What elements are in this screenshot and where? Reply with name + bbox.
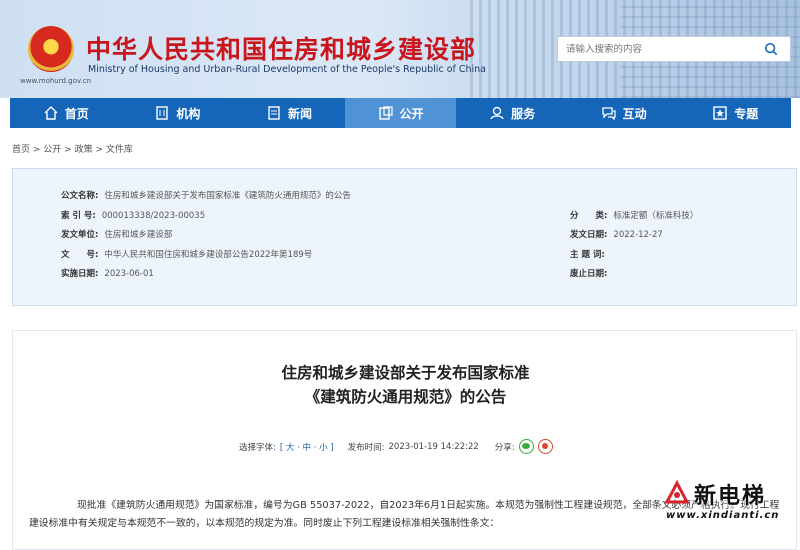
site-subtitle: Ministry of Housing and Urban-Rural Deve… xyxy=(88,64,487,75)
national-emblem-icon[interactable] xyxy=(28,26,74,72)
info-index-row: 索 引 号: 000013338/2023-00035 xyxy=(61,209,205,221)
info-label: 文 号: xyxy=(61,250,99,260)
info-label: 发文日期: xyxy=(570,230,608,240)
nav-item-organization[interactable]: 机构 xyxy=(122,98,234,128)
info-label: 实施日期: xyxy=(61,269,99,279)
watermark-text: 新电梯 xyxy=(694,484,767,509)
nav-item-home[interactable]: 首页 xyxy=(10,98,122,128)
wechat-share-icon[interactable] xyxy=(518,439,534,454)
font-size-switcher[interactable]: [ 大 · 中 · 小 ] xyxy=(280,441,334,453)
breadcrumb: 首页 > 公开 > 政策 > 文件库 xyxy=(12,145,133,155)
site-url: www.mohurd.gov.cn xyxy=(20,77,91,85)
article-meta: 选择字体: [ 大 · 中 · 小 ] 发布时间: 2023-01-19 14:… xyxy=(239,439,553,454)
breadcrumb-policy[interactable]: 政策 xyxy=(75,145,93,155)
info-keywords-row: 主 题 词: xyxy=(570,248,611,260)
info-effective-row: 实施日期: 2023-06-01 xyxy=(61,267,154,279)
nav-item-service[interactable]: 服务 xyxy=(456,98,568,128)
nav-label: 服务 xyxy=(511,106,536,121)
info-label: 发文单位: xyxy=(61,230,99,240)
breadcrumb-disclosure[interactable]: 公开 xyxy=(43,145,61,155)
site-title[interactable]: 中华人民共和国住房和城乡建设部 xyxy=(86,30,476,66)
nav-item-disclosure[interactable]: 公开 xyxy=(344,98,457,128)
nav-label: 公开 xyxy=(399,106,424,121)
info-doc-no-row: 文 号: 中华人民共和国住房和城乡建设部公告2022年第189号 xyxy=(61,248,312,260)
interaction-icon xyxy=(602,107,616,121)
search-icon[interactable] xyxy=(764,42,778,56)
info-effective: 2023-06-01 xyxy=(104,269,154,279)
news-icon xyxy=(268,106,280,120)
info-category: 标准定额（标准科技） xyxy=(613,211,699,221)
search-input[interactable] xyxy=(566,41,756,58)
nav-item-interaction[interactable]: 互动 xyxy=(568,98,680,128)
nav-label: 专题 xyxy=(734,106,759,121)
weibo-share-icon[interactable] xyxy=(537,439,553,454)
nav-label: 新闻 xyxy=(287,106,312,121)
search-box xyxy=(557,36,791,62)
info-label: 废止日期: xyxy=(570,269,608,279)
breadcrumb-library[interactable]: 文件库 xyxy=(106,145,133,155)
info-label: 分 类: xyxy=(570,211,608,221)
font-size-label: 选择字体: xyxy=(239,442,276,453)
article-title-line2: 《建筑防火通用规范》的公告 xyxy=(304,388,507,406)
info-issuer-row: 发文单位: 住房和城乡建设部 xyxy=(61,228,172,240)
nav-label: 首页 xyxy=(64,106,89,121)
nav-label: 互动 xyxy=(622,106,647,121)
info-issue-date-row: 发文日期: 2022-12-27 xyxy=(570,228,663,240)
document-info-panel: 公文名称: 住房和城乡建设部关于发布国家标准《建筑防火通用规范》的公告 索 引 号… xyxy=(12,168,797,306)
info-issuer: 住房和城乡建设部 xyxy=(104,230,173,240)
disclosure-icon xyxy=(378,106,393,120)
info-doc-no: 中华人民共和国住房和城乡建设部公告2022年第189号 xyxy=(104,250,313,260)
article-title-line1: 住房和城乡建设部关于发布国家标准 xyxy=(281,364,530,382)
info-label: 公文名称: xyxy=(61,191,99,201)
nav-item-news[interactable]: 新闻 xyxy=(233,98,345,128)
info-doc-name: 住房和城乡建设部关于发布国家标准《建筑防火通用规范》的公告 xyxy=(104,191,351,201)
info-abolish-row: 废止日期: xyxy=(570,267,613,279)
info-label: 索 引 号: xyxy=(61,211,96,221)
breadcrumb-home[interactable]: 首页 xyxy=(12,145,30,155)
nav-item-topic[interactable]: 专题 xyxy=(679,98,791,128)
watermark: 新电梯 www.xindianti.cn xyxy=(660,478,800,528)
watermark-logo-icon xyxy=(664,480,690,504)
publish-time: 2023-01-19 14:22:22 xyxy=(388,441,479,452)
publish-label: 发布时间: xyxy=(347,442,385,453)
share-label: 分享: xyxy=(494,442,515,453)
info-category-row: 分 类: 标准定额（标准科技） xyxy=(570,209,698,221)
nav-label: 机构 xyxy=(176,106,201,121)
topic-icon xyxy=(713,106,727,120)
site-header: www.mohurd.gov.cn 中华人民共和国住房和城乡建设部 Minist… xyxy=(0,0,800,98)
main-nav: 首页 机构 新闻 公开 服务 互动 专题 xyxy=(10,98,791,128)
info-label: 主 题 词: xyxy=(570,250,605,260)
home-icon xyxy=(44,106,58,120)
info-index: 000013338/2023-00035 xyxy=(101,211,206,221)
info-issue-date: 2022-12-27 xyxy=(613,230,663,240)
service-icon xyxy=(490,106,504,120)
watermark-url: www.xindianti.cn xyxy=(666,510,780,521)
info-doc-name-row: 公文名称: 住房和城乡建设部关于发布国家标准《建筑防火通用规范》的公告 xyxy=(61,189,351,201)
building-icon xyxy=(156,106,169,120)
